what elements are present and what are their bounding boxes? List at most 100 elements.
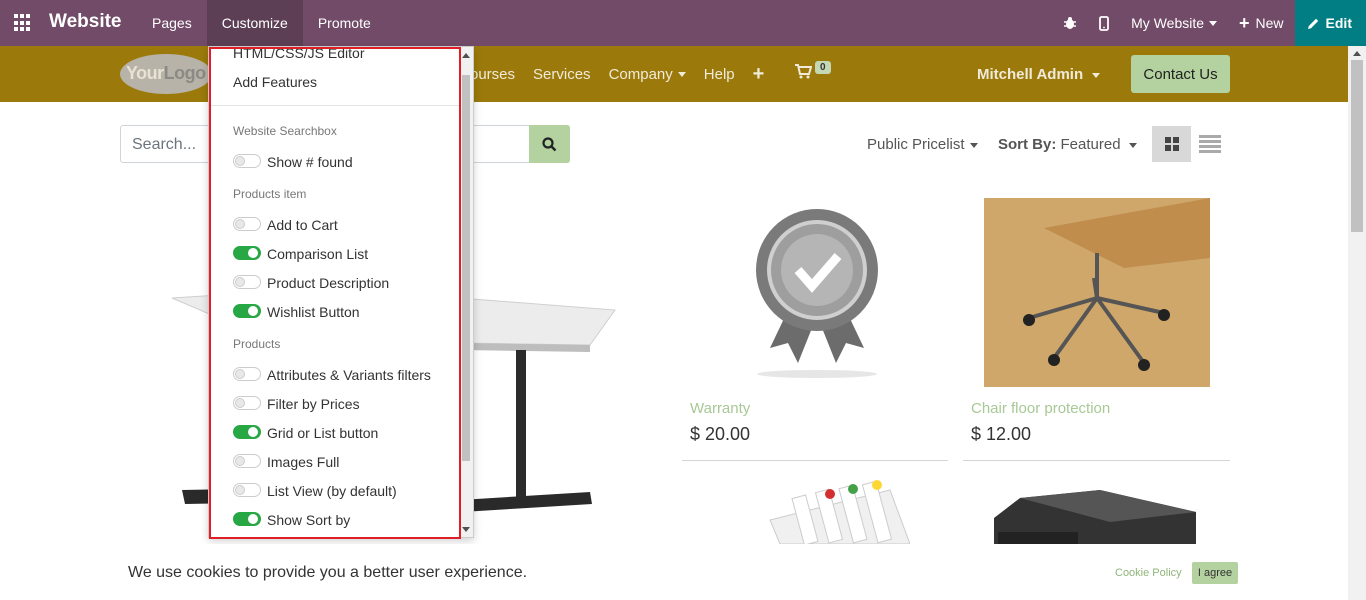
section-header-searchbox: Website Searchbox bbox=[233, 124, 337, 138]
cookie-agree-button[interactable]: I agree bbox=[1192, 562, 1238, 584]
nav-company-label: Company bbox=[608, 65, 673, 83]
desk-organizer-product-image[interactable] bbox=[990, 488, 1200, 544]
edit-label: Edit bbox=[1325, 15, 1352, 31]
option-images-full[interactable]: Images Full bbox=[267, 454, 339, 470]
grid-view-icon[interactable] bbox=[1152, 126, 1191, 162]
cart-count-badge: 0 bbox=[815, 61, 831, 74]
scroll-down-arrow-icon[interactable] bbox=[462, 527, 470, 532]
pencil-icon bbox=[1307, 18, 1318, 29]
chevron-down-icon bbox=[969, 142, 978, 148]
menu-item-add-features[interactable]: Add Features bbox=[233, 74, 317, 90]
menu-promote[interactable]: Promote bbox=[303, 0, 386, 46]
admin-menu: Pages Customize Promote bbox=[137, 0, 386, 46]
website-selector[interactable]: My Website bbox=[1120, 0, 1228, 46]
menu-item-html-editor[interactable]: HTML/CSS/JS Editor bbox=[233, 45, 364, 61]
chevron-down-icon bbox=[1092, 72, 1101, 78]
option-show-sort-by[interactable]: Show Sort by bbox=[267, 512, 350, 528]
chevron-down-icon bbox=[677, 72, 686, 78]
search-button[interactable] bbox=[529, 125, 570, 163]
cookie-bar: We use cookies to provide you a better u… bbox=[0, 544, 1348, 600]
toggle-list-view-default[interactable] bbox=[233, 483, 261, 497]
toggle-add-to-cart[interactable] bbox=[233, 217, 261, 231]
apps-grid-icon[interactable] bbox=[14, 14, 32, 32]
option-grid-list-button[interactable]: Grid or List button bbox=[267, 425, 378, 441]
toggle-show-found[interactable] bbox=[233, 154, 261, 168]
nav-help[interactable]: Help bbox=[704, 66, 735, 83]
site-header: YourLogo ourses Services Company Help + … bbox=[0, 46, 1348, 102]
scroll-up-arrow-icon[interactable] bbox=[462, 53, 470, 58]
sort-value: Featured bbox=[1060, 136, 1121, 153]
option-filter-prices[interactable]: Filter by Prices bbox=[267, 396, 360, 412]
product-name[interactable]: Warranty bbox=[690, 400, 750, 417]
add-menu-plus-icon[interactable]: + bbox=[753, 63, 765, 86]
user-name: Mitchell Admin bbox=[977, 66, 1084, 83]
new-label: New bbox=[1255, 15, 1284, 31]
page-scrollbar[interactable] bbox=[1348, 46, 1366, 600]
sort-label: Sort By: bbox=[998, 136, 1057, 153]
search-icon bbox=[542, 136, 557, 151]
chair-floor-image bbox=[984, 198, 1210, 387]
warranty-badge-image bbox=[756, 209, 878, 378]
divider bbox=[209, 105, 461, 106]
pricelist-label: Public Pricelist bbox=[867, 136, 965, 153]
nav-services[interactable]: Services bbox=[533, 66, 591, 83]
option-show-found[interactable]: Show # found bbox=[267, 154, 353, 170]
edit-button[interactable]: Edit bbox=[1294, 0, 1366, 46]
site-logo[interactable]: YourLogo bbox=[120, 54, 212, 94]
cookie-policy-link[interactable]: Cookie Policy bbox=[1115, 567, 1182, 579]
admin-right-tools: My Website + New Edit bbox=[1052, 0, 1366, 46]
mobile-preview-icon[interactable] bbox=[1088, 0, 1120, 46]
search-input[interactable]: Search... bbox=[132, 136, 196, 154]
contact-us-button[interactable]: Contact Us bbox=[1131, 55, 1230, 93]
product-price: $ 20.00 bbox=[690, 424, 751, 444]
product-card-chair-floor-protection[interactable]: Chair floor protection $ 12.00 bbox=[963, 198, 1230, 462]
toggle-filter-prices[interactable] bbox=[233, 396, 261, 410]
product-card-warranty[interactable]: Warranty $ 20.00 bbox=[682, 198, 948, 462]
admin-navbar: Website Pages Customize Promote My Websi… bbox=[0, 0, 1366, 46]
product-name[interactable]: Chair floor protection bbox=[971, 400, 1110, 417]
menu-customize[interactable]: Customize bbox=[206, 0, 303, 46]
logo-text-your: Your bbox=[126, 63, 164, 83]
option-wishlist-button[interactable]: Wishlist Button bbox=[267, 304, 360, 320]
toggle-attributes-filters[interactable] bbox=[233, 367, 261, 381]
pricelist-dropdown[interactable]: Public Pricelist bbox=[867, 136, 978, 153]
toggle-wishlist-button[interactable] bbox=[233, 304, 261, 318]
scroll-up-arrow-icon[interactable] bbox=[1353, 51, 1361, 56]
cart-icon bbox=[795, 64, 813, 79]
customize-dropdown: HTML/CSS/JS Editor Add Features Website … bbox=[208, 45, 474, 539]
dropdown-scrollbar[interactable] bbox=[459, 47, 473, 537]
chevron-down-icon bbox=[1209, 20, 1218, 26]
option-product-description[interactable]: Product Description bbox=[267, 275, 389, 291]
website-selector-label: My Website bbox=[1131, 15, 1205, 31]
option-comparison-list[interactable]: Comparison List bbox=[267, 246, 368, 262]
bug-icon[interactable] bbox=[1052, 0, 1088, 46]
toggle-images-full[interactable] bbox=[233, 454, 261, 468]
section-header-products: Products bbox=[233, 337, 281, 351]
toggle-product-description[interactable] bbox=[233, 275, 261, 289]
cart-link[interactable]: 0 bbox=[795, 61, 831, 84]
app-brand[interactable]: Website bbox=[49, 11, 122, 33]
site-nav: ourses Services Company Help + bbox=[470, 46, 782, 102]
nav-company[interactable]: Company bbox=[609, 66, 686, 83]
markers-product-image[interactable] bbox=[760, 480, 910, 544]
option-list-view-default[interactable]: List View (by default) bbox=[267, 483, 397, 499]
nav-courses[interactable]: ourses bbox=[470, 66, 515, 83]
divider bbox=[682, 460, 948, 461]
dropdown-scroll-thumb[interactable] bbox=[462, 75, 470, 461]
toggle-show-sort-by[interactable] bbox=[233, 512, 261, 526]
divider bbox=[963, 460, 1230, 461]
toggle-grid-list-button[interactable] bbox=[233, 425, 261, 439]
plus-icon: + bbox=[1239, 12, 1250, 33]
menu-pages[interactable]: Pages bbox=[137, 0, 207, 46]
option-attributes-filters[interactable]: Attributes & Variants filters bbox=[267, 367, 431, 383]
sort-dropdown[interactable]: Sort By: Featured bbox=[998, 136, 1137, 153]
user-menu[interactable]: Mitchell Admin bbox=[977, 66, 1101, 83]
list-view-icon[interactable] bbox=[1199, 126, 1221, 162]
option-add-to-cart[interactable]: Add to Cart bbox=[267, 217, 338, 233]
product-price: $ 12.00 bbox=[971, 424, 1032, 444]
new-button[interactable]: + New bbox=[1228, 0, 1295, 46]
scroll-thumb[interactable] bbox=[1351, 60, 1363, 232]
cookie-message: We use cookies to provide you a better u… bbox=[128, 564, 528, 581]
section-header-products-item: Products item bbox=[233, 187, 307, 201]
toggle-comparison-list[interactable] bbox=[233, 246, 261, 260]
